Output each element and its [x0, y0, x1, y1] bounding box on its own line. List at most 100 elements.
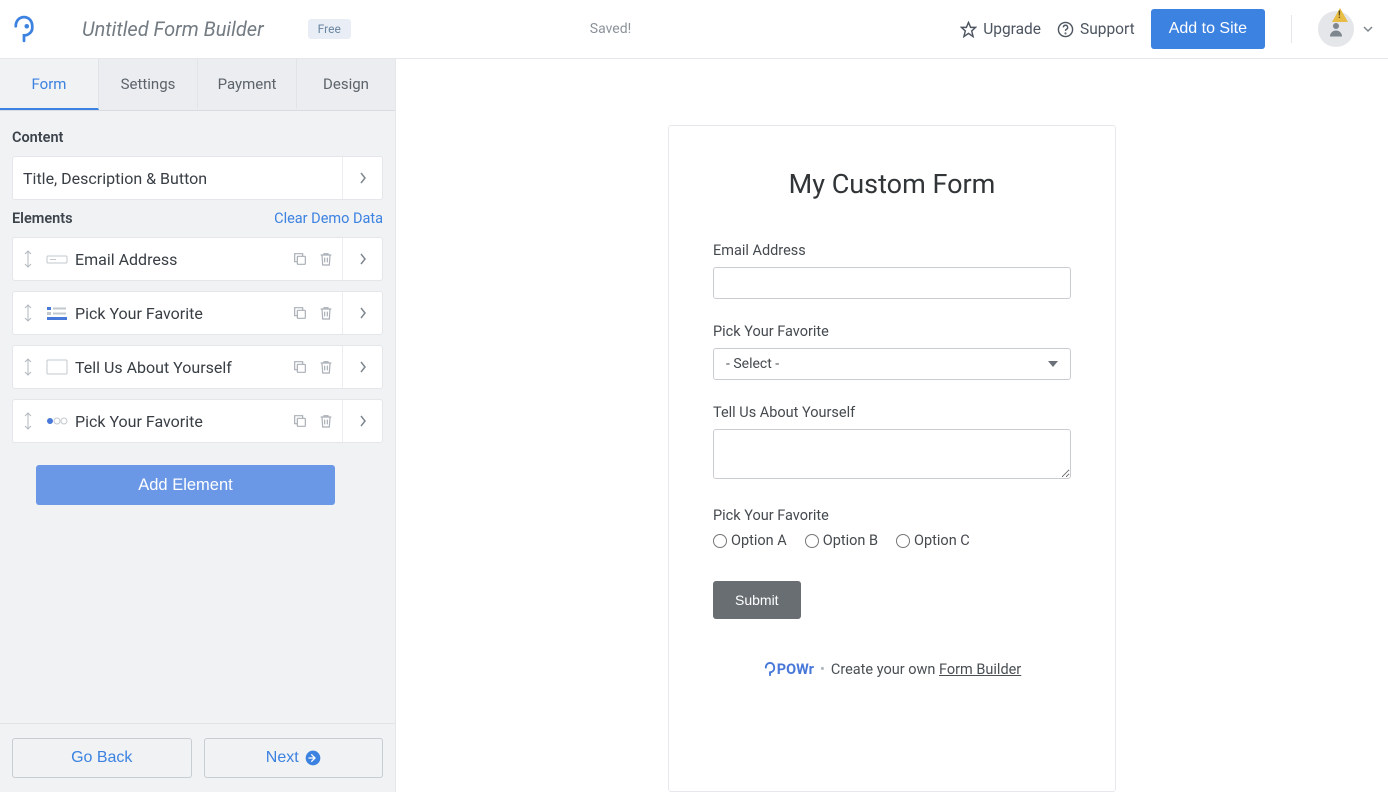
form-title: My Custom Form	[713, 168, 1071, 200]
drag-icon	[23, 303, 33, 323]
chevron-right-icon	[359, 253, 367, 265]
powr-logo-icon	[13, 15, 35, 43]
powr-footer: POWr • Create your own Form Builder	[713, 661, 1071, 678]
chevron-right-icon	[359, 415, 367, 427]
help-circle-icon	[1057, 21, 1074, 38]
add-to-site-button[interactable]: Add to Site	[1151, 9, 1265, 49]
elements-section-label: Elements	[12, 210, 73, 227]
create-text: Create your own	[831, 661, 939, 678]
trash-icon[interactable]	[318, 413, 334, 429]
radio-input[interactable]	[896, 534, 910, 548]
textarea-icon	[43, 359, 71, 375]
element-card-select[interactable]: Pick Your Favorite	[12, 291, 383, 335]
sidebar: Form Settings Payment Design Content Tit…	[0, 59, 396, 792]
sidebar-footer: Go Back Next	[0, 723, 395, 792]
radio-label: Option A	[731, 532, 787, 549]
clear-demo-data-link[interactable]: Clear Demo Data	[274, 210, 383, 227]
support-label: Support	[1080, 20, 1135, 38]
drag-handle[interactable]	[19, 303, 37, 323]
field-radio: Pick Your Favorite Option A Option B Opt…	[713, 507, 1071, 549]
chevron-right-icon	[359, 361, 367, 373]
field-email: Email Address	[713, 242, 1071, 299]
logo[interactable]	[0, 15, 48, 43]
form-builder-link[interactable]: Form Builder	[939, 661, 1021, 678]
duplicate-icon[interactable]	[292, 305, 308, 321]
saved-status: Saved!	[351, 21, 960, 37]
element-label: Tell Us About Yourself	[75, 358, 292, 377]
expand-button[interactable]	[342, 400, 382, 442]
divider	[1291, 15, 1292, 43]
powr-brand: POWr	[777, 661, 814, 678]
radio-label: Option B	[823, 532, 878, 549]
drag-handle[interactable]	[19, 411, 37, 431]
radio-option-c[interactable]: Option C	[896, 532, 970, 549]
next-button[interactable]: Next	[204, 738, 384, 778]
drag-handle[interactable]	[19, 357, 37, 377]
radio-option-b[interactable]: Option B	[805, 532, 878, 549]
duplicate-icon[interactable]	[292, 413, 308, 429]
trash-icon[interactable]	[318, 305, 334, 321]
radio-input[interactable]	[805, 534, 819, 548]
element-label: Pick Your Favorite	[75, 412, 292, 431]
email-input[interactable]	[713, 267, 1071, 299]
warning-badge-icon	[1332, 8, 1348, 22]
tab-design[interactable]: Design	[297, 59, 395, 110]
field-label-radio: Pick Your Favorite	[713, 507, 1071, 524]
next-label: Next	[266, 749, 299, 767]
add-element-button[interactable]: Add Element	[36, 465, 335, 505]
chevron-right-icon	[359, 172, 367, 184]
header-right: Upgrade Support Add to Site	[960, 9, 1374, 49]
radio-label: Option C	[914, 532, 970, 549]
expand-button[interactable]	[342, 157, 382, 199]
go-back-button[interactable]: Go Back	[12, 738, 192, 778]
field-label-select: Pick Your Favorite	[713, 323, 1071, 340]
expand-button[interactable]	[342, 346, 382, 388]
radio-option-a[interactable]: Option A	[713, 532, 787, 549]
powr-footer-icon	[763, 662, 777, 676]
field-textarea: Tell Us About Yourself	[713, 404, 1071, 483]
content-card-title-desc-button[interactable]: Title, Description & Button	[12, 156, 383, 200]
arrow-circle-right-icon	[305, 750, 321, 766]
select-input-icon	[43, 305, 71, 321]
drag-icon	[23, 249, 33, 269]
duplicate-icon[interactable]	[292, 251, 308, 267]
field-label-textarea: Tell Us About Yourself	[713, 404, 1071, 421]
element-label: Email Address	[75, 250, 292, 269]
app-title[interactable]: Untitled Form Builder	[82, 17, 264, 41]
sidebar-tabs: Form Settings Payment Design	[0, 59, 395, 111]
select-value: - Select -	[726, 356, 779, 372]
trash-icon[interactable]	[318, 359, 334, 375]
user-icon	[1327, 20, 1345, 38]
sidebar-body: Content Title, Description & Button Elem…	[0, 111, 395, 723]
trash-icon[interactable]	[318, 251, 334, 267]
element-card-radio[interactable]: Pick Your Favorite	[12, 399, 383, 443]
field-label-email: Email Address	[713, 242, 1071, 259]
support-link[interactable]: Support	[1057, 20, 1135, 38]
upgrade-label: Upgrade	[983, 20, 1041, 38]
drag-handle[interactable]	[19, 249, 37, 269]
submit-button[interactable]: Submit	[713, 581, 801, 619]
radio-input[interactable]	[713, 534, 727, 548]
drag-icon	[23, 411, 33, 431]
chevron-down-icon	[1362, 23, 1374, 35]
header: Untitled Form Builder Free Saved! Upgrad…	[0, 0, 1388, 59]
element-card-textarea[interactable]: Tell Us About Yourself	[12, 345, 383, 389]
element-card-email[interactable]: Email Address	[12, 237, 383, 281]
favorite-select[interactable]: - Select -	[713, 348, 1071, 380]
account-menu[interactable]	[1318, 11, 1374, 47]
tab-form[interactable]: Form	[0, 59, 99, 110]
about-textarea[interactable]	[713, 429, 1071, 479]
preview-pane: My Custom Form Email Address Pick Your F…	[396, 59, 1388, 792]
main: Form Settings Payment Design Content Tit…	[0, 59, 1388, 792]
radio-group: Option A Option B Option C	[713, 532, 1071, 549]
caret-down-icon	[1048, 361, 1058, 367]
radio-icon	[43, 417, 71, 425]
upgrade-link[interactable]: Upgrade	[960, 20, 1041, 38]
duplicate-icon[interactable]	[292, 359, 308, 375]
tab-payment[interactable]: Payment	[198, 59, 297, 110]
expand-button[interactable]	[342, 238, 382, 280]
expand-button[interactable]	[342, 292, 382, 334]
dot-separator: •	[820, 661, 825, 678]
tab-settings[interactable]: Settings	[99, 59, 198, 110]
content-card-label: Title, Description & Button	[23, 169, 207, 188]
